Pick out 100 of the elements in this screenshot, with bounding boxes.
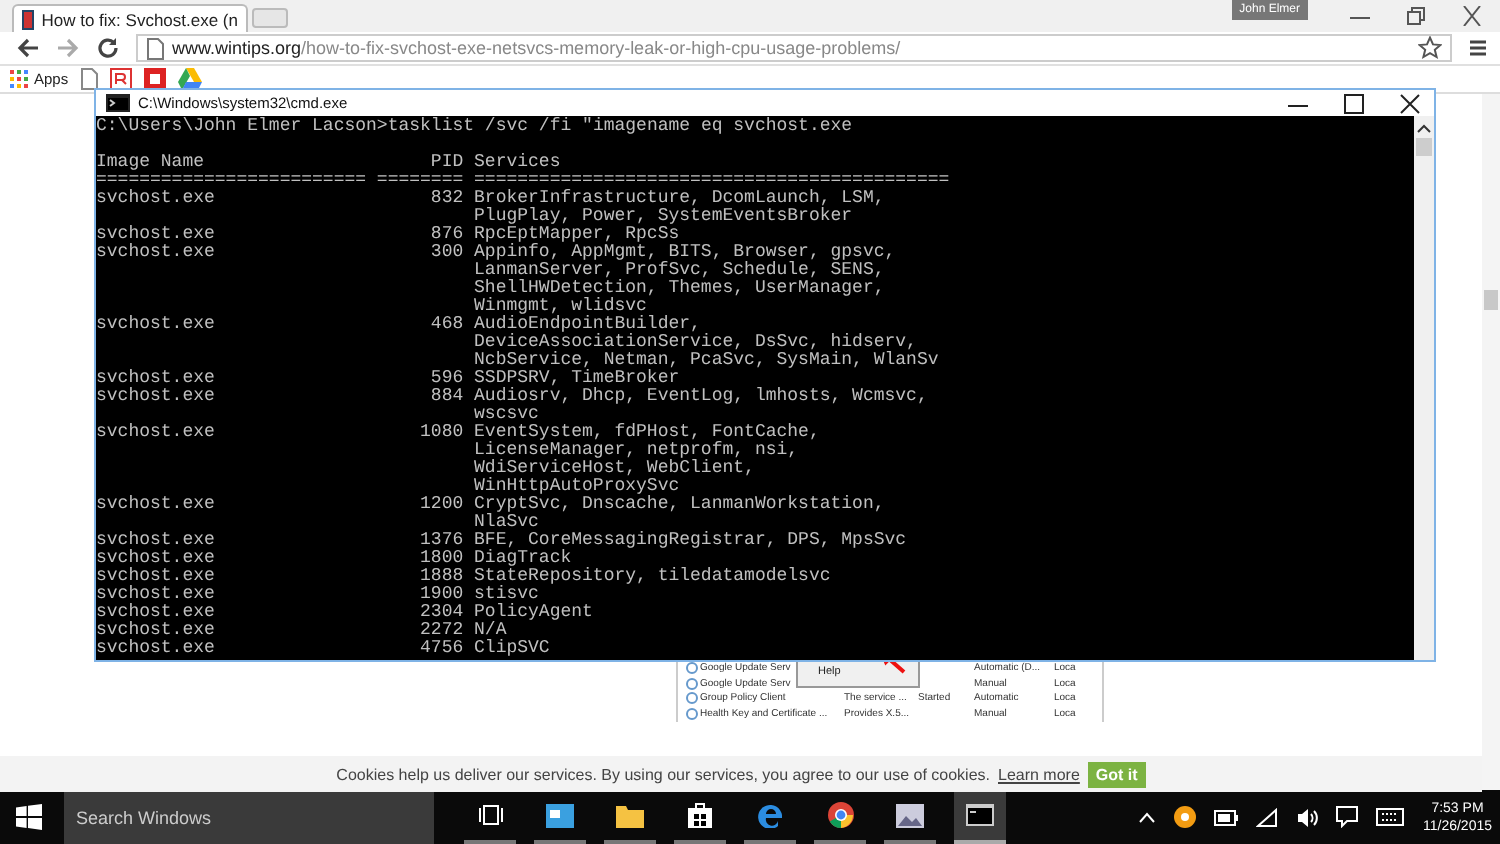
learn-more-link[interactable]: Learn more	[998, 765, 1080, 783]
service-list-line: NlaSvc	[474, 514, 539, 532]
restore-icon[interactable]	[1404, 6, 1428, 26]
image-name: svchost.exe	[96, 388, 217, 406]
battery-icon[interactable]	[1214, 809, 1239, 825]
image-name: svchost.exe	[96, 370, 217, 388]
browser-circle-icon	[827, 802, 853, 828]
browser-e-icon	[757, 802, 783, 828]
column-header: Image Name	[96, 154, 207, 172]
pid: 596	[428, 370, 464, 388]
image-name: svchost.exe	[96, 226, 217, 244]
image-name: svchost.exe	[96, 586, 217, 604]
service-list-line: N/A	[474, 622, 507, 640]
close-icon[interactable]	[1398, 93, 1422, 113]
service-list-line: ClipSVC	[474, 640, 550, 658]
image-name: svchost.exe	[96, 532, 217, 550]
pid: 1080	[418, 424, 464, 442]
column-header: Services	[474, 154, 561, 172]
pid: 1800	[418, 550, 464, 568]
apps-grid-icon[interactable]	[10, 70, 28, 88]
star-icon[interactable]	[1418, 36, 1442, 60]
windows-start-icon[interactable]	[16, 804, 42, 830]
console-icon	[106, 94, 130, 112]
separator-line: =========================	[96, 172, 369, 190]
menu-icon[interactable]	[1468, 36, 1488, 60]
image-name: svchost.exe	[96, 316, 217, 334]
browser-tab[interactable]: How to fix: Svchost.exe (n	[12, 4, 248, 32]
picture-icon	[896, 803, 924, 827]
address-bar[interactable]: www.wintips.org/how-to-fix-svchost-exe-netsvcs-memory-leak-or-high-cpu-usage-problems/	[136, 34, 1452, 62]
service-list-line: SSDPSRV, TimeBroker	[474, 370, 680, 388]
app-window-icon	[546, 803, 574, 827]
service-list-line: NcbService, Netman, PcaSvc, SysMain, WlanSv	[474, 352, 939, 370]
notification-icon[interactable]	[1336, 806, 1359, 828]
speaker-icon[interactable]	[1296, 807, 1319, 827]
url-text: www.wintips.org/how-to-fix-svchost-exe-netsvcs-memory-leak-or-high-cpu-usage-problems/	[172, 38, 901, 58]
image-name: svchost.exe	[96, 190, 217, 208]
service-list-line: Appinfo, AppMgmt, BITS, Browser, gpsvc,	[474, 244, 896, 262]
service-list-line: PolicyAgent	[474, 604, 593, 622]
scroll-up-icon[interactable]	[1416, 122, 1432, 134]
maximize-icon[interactable]	[1342, 93, 1366, 113]
cookie-text: Cookies help us deliver our services. By using our services, you agree to our use of cookies.	[336, 765, 990, 783]
service-list-line: LanmanServer, ProfSvc, Schedule, SENS,	[474, 262, 887, 280]
reload-icon[interactable]	[96, 36, 120, 60]
task-view-icon	[477, 804, 503, 826]
pid: 1888	[418, 568, 464, 586]
image-name: svchost.exe	[96, 604, 217, 622]
folder-icon	[616, 803, 644, 827]
circle-badge-icon[interactable]	[1174, 806, 1197, 828]
service-list-line: PlugPlay, Power, SystemEventsBroker	[474, 208, 855, 226]
image-name: svchost.exe	[96, 244, 217, 262]
pid: 2304	[418, 604, 464, 622]
pid: 876	[428, 226, 464, 244]
page-scrollbar[interactable]	[1482, 94, 1500, 790]
image-name: svchost.exe	[96, 568, 217, 586]
service-list-line: WinHttpAutoProxySvc	[474, 478, 682, 496]
pid: 1376	[418, 532, 464, 550]
chevron-up-icon[interactable]	[1138, 811, 1157, 823]
image-name: svchost.exe	[96, 424, 217, 442]
page-icon[interactable]	[80, 68, 99, 90]
service-list-line: DeviceAssociationService, DsSvc, hidserv,	[474, 334, 917, 352]
column-header: PID	[428, 154, 464, 172]
taskbar-app[interactable]	[954, 790, 1006, 844]
service-list-line: EventSystem, fdPHost, FontCache,	[474, 424, 820, 442]
scrollbar-thumb[interactable]	[1484, 290, 1498, 310]
pid: 832	[428, 190, 464, 208]
image-name: svchost.exe	[96, 622, 217, 640]
pid: 1200	[418, 496, 464, 514]
service-list-line: WdiServiceHost, WebClient,	[474, 460, 757, 478]
service-list-line: LicenseManager, netprofm, nsi,	[474, 442, 801, 460]
service-list-line: StateRepository, tiledatamodelsvc	[474, 568, 831, 586]
site-favicon-icon	[22, 9, 34, 29]
pid: 4756	[418, 640, 464, 658]
service-list-line: AudioEndpointBuilder,	[474, 316, 701, 334]
drive-icon[interactable]	[178, 68, 203, 90]
keyboard-icon[interactable]	[1376, 808, 1405, 826]
service-list-line: BFE, CoreMessagingRegistrar, DPS, MpsSvc	[474, 532, 907, 550]
back-icon[interactable]	[16, 36, 40, 60]
page-icon	[146, 37, 164, 59]
bookmark-icon[interactable]	[144, 68, 167, 90]
service-list-line: DiagTrack	[474, 550, 572, 568]
image-name: svchost.exe	[96, 550, 217, 568]
scrollbar-thumb[interactable]	[1416, 138, 1432, 156]
separator-line: ============================================	[474, 172, 950, 190]
service-list-line: BrokerInfrastructure, DcomLaunch, LSM,	[474, 190, 885, 208]
pid: 884	[428, 388, 464, 406]
pid: 2272	[418, 622, 464, 640]
shopping-bag-icon	[688, 802, 712, 828]
search-field[interactable]: Search Windows	[64, 790, 434, 844]
console-scrollbar[interactable]	[1414, 116, 1434, 660]
bookmark-icon[interactable]	[110, 68, 133, 90]
pid: 300	[428, 244, 464, 262]
service-list-line: RpcEptMapper, RpcSs	[474, 226, 680, 244]
wifi-icon[interactable]	[1256, 807, 1279, 827]
pid: 468	[428, 316, 464, 334]
service-list-line: stisvc	[474, 586, 539, 604]
pid: 1900	[418, 586, 464, 604]
service-list-line: ShellHWDetection, Themes, UserManager,	[474, 280, 887, 298]
tab-title: How to fix: Svchost.exe (n	[41, 9, 238, 29]
separator-line: ========	[376, 172, 464, 190]
close-icon[interactable]	[1460, 6, 1484, 26]
